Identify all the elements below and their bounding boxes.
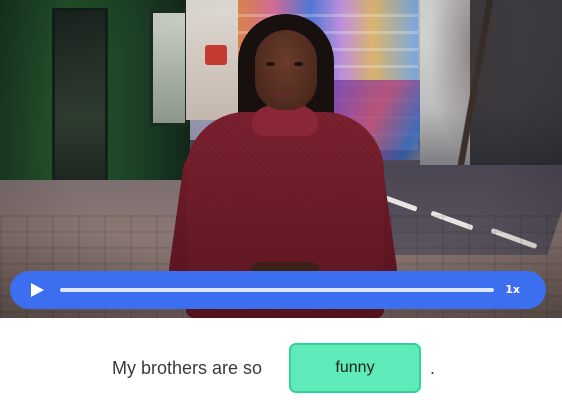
play-icon (31, 283, 44, 297)
fill-in-the-blank-exercise: My brothers are so funny . (0, 318, 562, 400)
playback-speed-button[interactable]: 1x (505, 282, 520, 298)
sentence-suffix: . (430, 358, 436, 378)
sentence-prefix: My brothers are so (112, 358, 263, 378)
answer-chip[interactable]: funny (289, 343, 421, 393)
video-player-controls: 1x (10, 271, 546, 309)
video-progress-bar[interactable] (60, 288, 494, 292)
play-button[interactable] (28, 281, 46, 299)
